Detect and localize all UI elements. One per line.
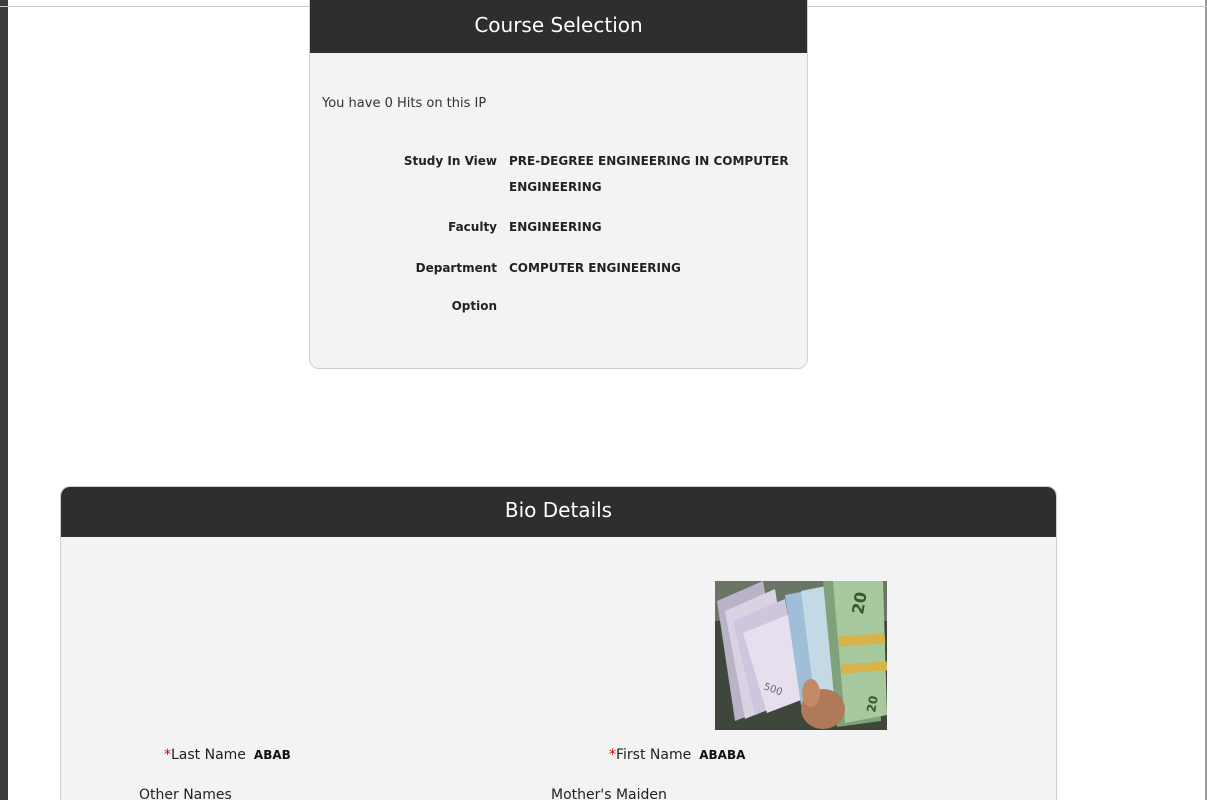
bio-details-panel: Bio Details 500 20 20 *Last Name ABAB *F… (60, 486, 1057, 800)
first-name-required-mark: * (609, 747, 616, 763)
applicant-photo-icon: 500 20 20 (715, 581, 887, 730)
page: Course Selection You have 0 Hits on this… (0, 0, 1207, 800)
course-selection-panel: Course Selection You have 0 Hits on this… (309, 0, 808, 369)
faculty-label: Faculty (448, 220, 497, 234)
first-name-label: First Name (616, 747, 692, 763)
bio-details-title: Bio Details (61, 487, 1056, 537)
svg-text:20: 20 (864, 695, 881, 714)
first-name-value: ABABA (699, 748, 746, 762)
last-name-label: Last Name (171, 747, 246, 763)
mothers-maiden-field: Mother's Maiden (551, 787, 667, 800)
mothers-maiden-label: Mother's Maiden (551, 787, 667, 800)
left-border (0, 0, 8, 800)
course-selection-title: Course Selection (310, 0, 807, 53)
faculty-value: ENGINEERING (509, 220, 602, 234)
study-in-view-label: Study In View (403, 154, 497, 168)
first-name-field: *First Name ABABA (609, 747, 745, 763)
last-name-field: *Last Name ABAB (164, 747, 291, 763)
other-names-label: Other Names (139, 787, 232, 800)
last-name-value: ABAB (253, 748, 291, 762)
study-in-view-value: PRE-DEGREE ENGINEERING IN COMPUTER ENGIN… (509, 154, 789, 194)
option-label: Option (451, 299, 497, 313)
last-name-required-mark: * (164, 747, 171, 763)
other-names-field: Other Names (139, 787, 232, 800)
department-label: Department (415, 261, 497, 275)
hits-counter-text: You have 0 Hits on this IP (322, 96, 487, 111)
department-value: COMPUTER ENGINEERING (509, 261, 681, 275)
svg-text:20: 20 (848, 590, 871, 615)
